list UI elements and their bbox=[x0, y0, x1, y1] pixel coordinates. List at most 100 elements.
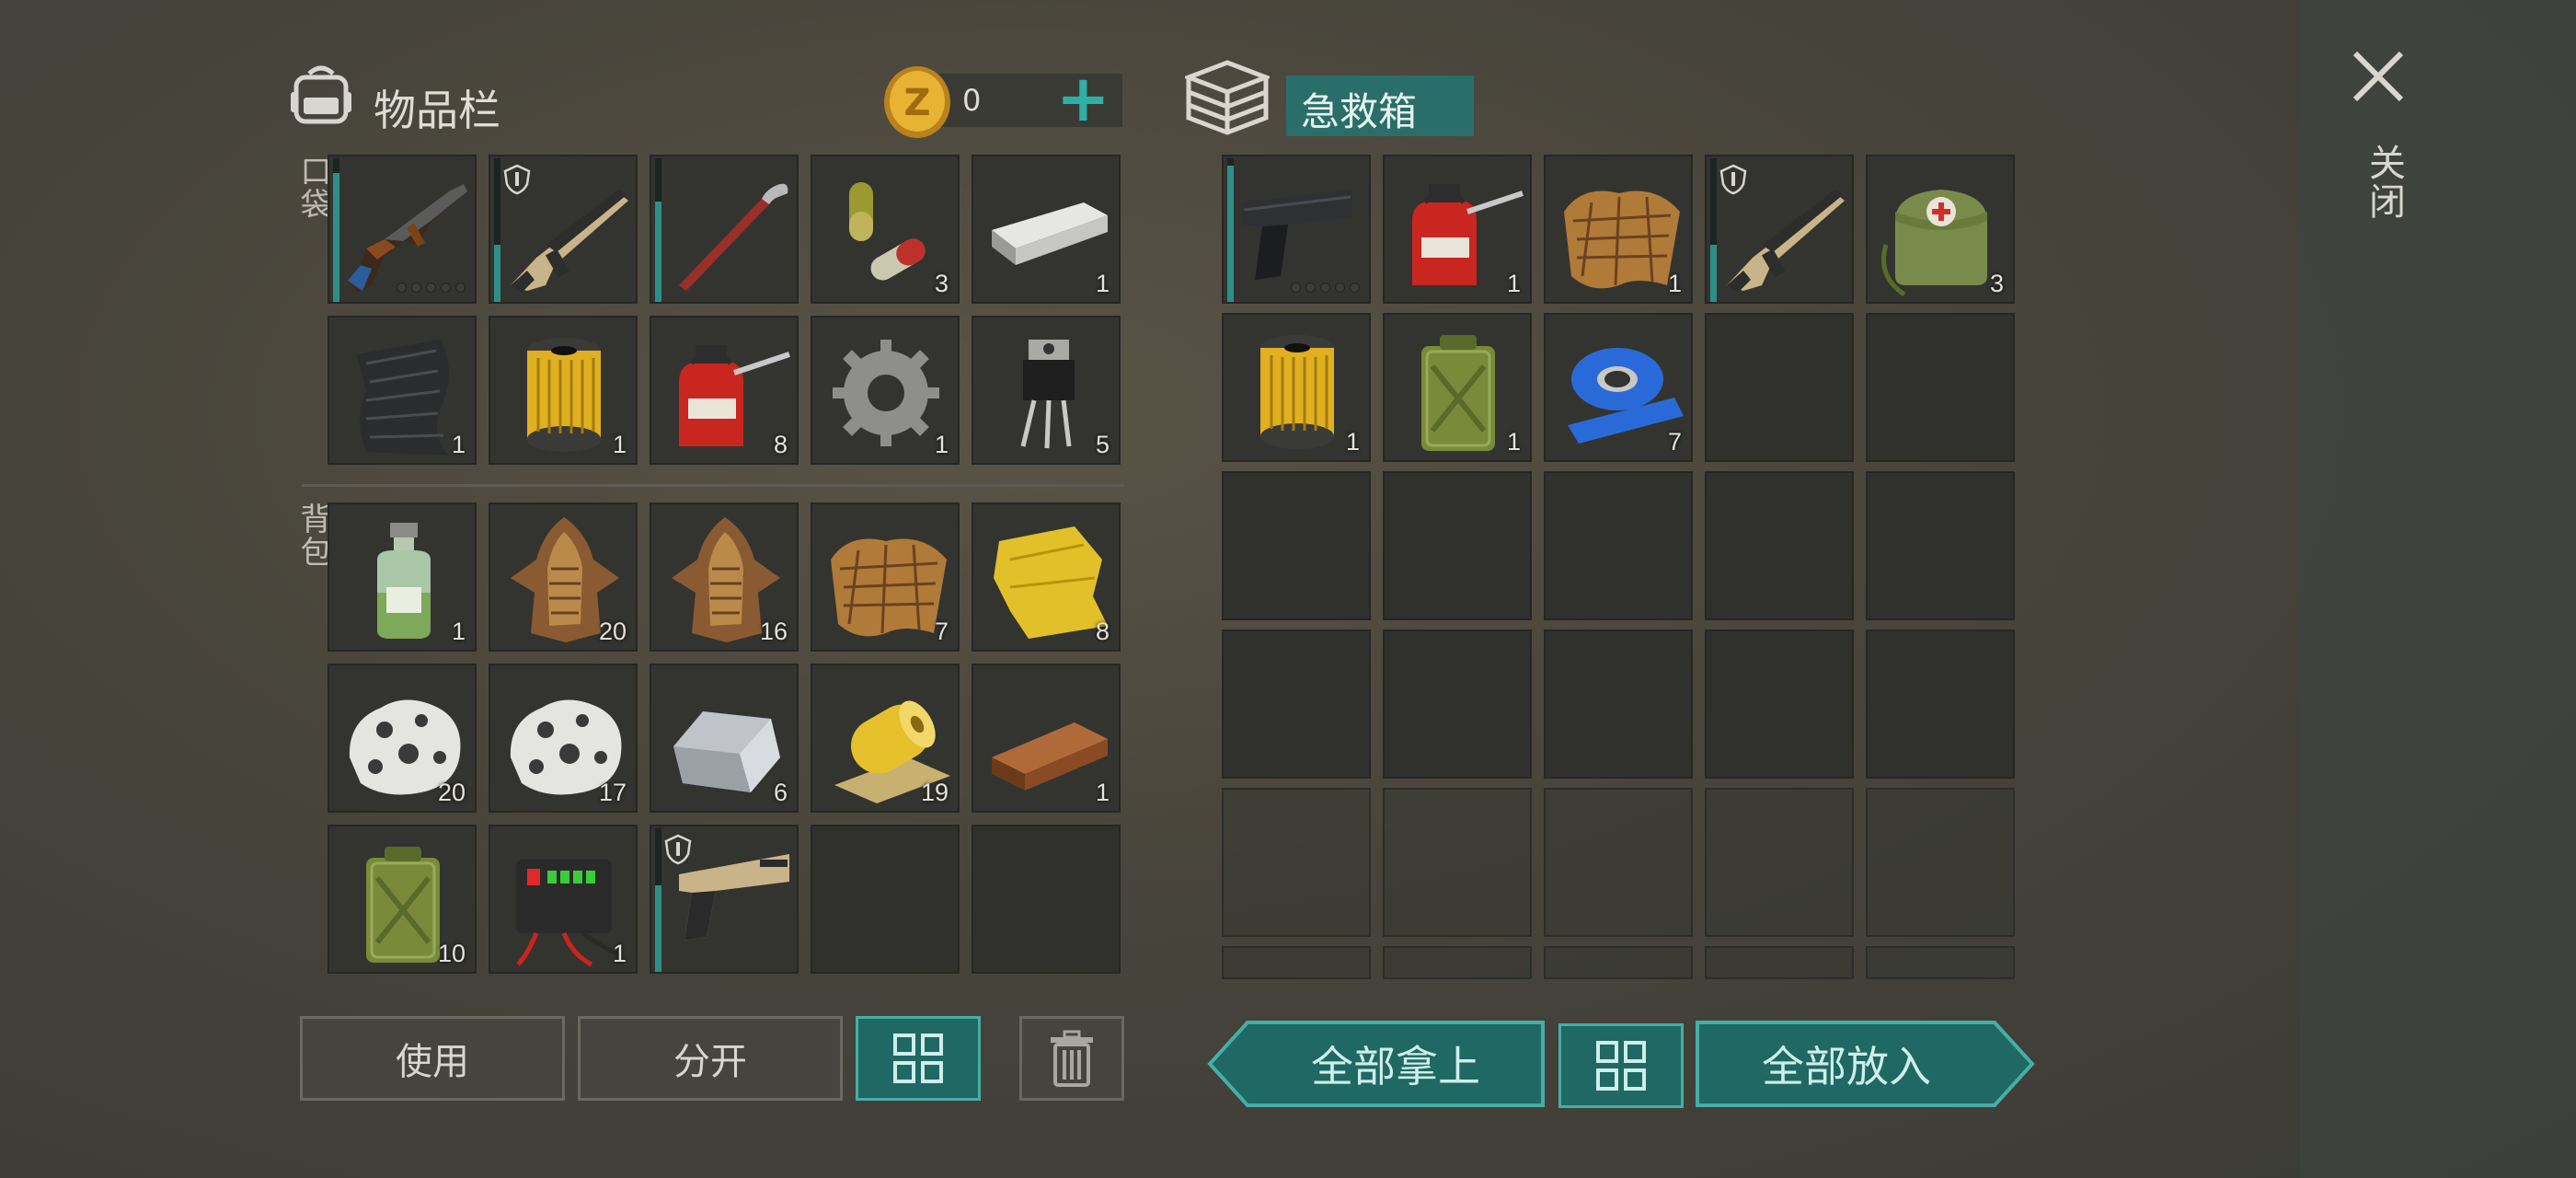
add-coins-button[interactable]: + bbox=[1056, 66, 1110, 131]
container-slot[interactable] bbox=[1383, 946, 1532, 979]
use-button[interactable]: 使用 bbox=[300, 1016, 565, 1101]
container-slot[interactable] bbox=[1383, 471, 1532, 620]
backpack-slot[interactable]: 1 bbox=[489, 825, 638, 974]
durability-bar bbox=[333, 158, 339, 302]
container-slot[interactable] bbox=[1705, 629, 1854, 779]
backpack-slot[interactable]: 19 bbox=[811, 664, 960, 813]
container-sort-button[interactable] bbox=[1558, 1023, 1684, 1108]
coin-count: 0 bbox=[962, 83, 982, 118]
container-slot[interactable]: 1 bbox=[1544, 155, 1693, 304]
backpack-slot[interactable]: 17 bbox=[489, 664, 638, 813]
container-slot[interactable] bbox=[1222, 471, 1371, 620]
durability-bar bbox=[655, 158, 661, 302]
backpack-slot[interactable] bbox=[972, 825, 1121, 974]
take-all-button[interactable]: 全部拿上 bbox=[1207, 1020, 1546, 1108]
backpack-slot[interactable] bbox=[650, 825, 799, 974]
inventory-sort-button[interactable] bbox=[856, 1016, 981, 1101]
container-slot[interactable] bbox=[1383, 788, 1532, 937]
side-panel bbox=[2300, 0, 2576, 1178]
trash-icon bbox=[1051, 1030, 1093, 1087]
container-slot[interactable]: 1 bbox=[1383, 155, 1532, 304]
pocket-slot[interactable]: 1 bbox=[811, 316, 960, 465]
item-count: 8 bbox=[773, 431, 788, 458]
container-slot[interactable] bbox=[1222, 946, 1371, 979]
backpack-slot[interactable]: 10 bbox=[328, 825, 477, 974]
item-count: 1 bbox=[1506, 270, 1521, 297]
backpack-slot[interactable]: 6 bbox=[650, 664, 799, 813]
pocket-slot[interactable]: 5 bbox=[972, 316, 1121, 465]
container-slot[interactable]: 3 bbox=[1866, 155, 2015, 304]
crowbar-icon bbox=[679, 183, 788, 291]
take-all-label: 全部拿上 bbox=[1311, 1042, 1480, 1091]
container-slot[interactable] bbox=[1544, 471, 1693, 620]
pocket-slot[interactable] bbox=[328, 155, 477, 304]
coin-icon: Z bbox=[881, 64, 953, 140]
container-slot[interactable]: 1 bbox=[1383, 313, 1532, 462]
item-count: 16 bbox=[759, 618, 788, 645]
container-slot[interactable] bbox=[1866, 313, 2015, 462]
backpack-slot[interactable] bbox=[811, 825, 960, 974]
item-count: 3 bbox=[934, 270, 949, 297]
item-count: 19 bbox=[920, 779, 949, 806]
ammo-indicator bbox=[397, 283, 466, 293]
backpack-slot[interactable]: 16 bbox=[650, 502, 799, 652]
item-count: 8 bbox=[1095, 618, 1110, 645]
svg-text:Z: Z bbox=[903, 82, 930, 124]
container-slot[interactable]: 1 bbox=[1222, 313, 1371, 462]
put-all-button[interactable]: 全部放入 bbox=[1695, 1020, 2035, 1108]
trash-button[interactable] bbox=[1019, 1016, 1124, 1101]
container-slot[interactable] bbox=[1544, 629, 1693, 779]
ammo-indicator bbox=[1291, 283, 1360, 293]
container-slot[interactable] bbox=[1866, 471, 2015, 620]
close-icon[interactable] bbox=[2350, 48, 2407, 105]
pocket-slot[interactable]: 8 bbox=[650, 316, 799, 465]
container-slot[interactable] bbox=[1866, 788, 2015, 937]
item-count: 6 bbox=[773, 779, 788, 806]
container-slot[interactable] bbox=[1222, 155, 1371, 304]
container-slot[interactable] bbox=[1705, 313, 1854, 462]
pocket-slot[interactable]: 3 bbox=[811, 155, 960, 304]
pocket-slot[interactable]: 1 bbox=[489, 316, 638, 465]
container-slot[interactable] bbox=[1866, 629, 2015, 779]
item-count: 17 bbox=[598, 779, 627, 806]
durability-bar bbox=[494, 158, 500, 302]
pocket-slot[interactable]: 1 bbox=[328, 316, 477, 465]
container-slot[interactable] bbox=[1544, 946, 1693, 979]
item-count: 7 bbox=[1667, 428, 1682, 456]
grid-sort-icon bbox=[893, 1034, 943, 1083]
container-slot[interactable] bbox=[1544, 788, 1693, 937]
item-count: 1 bbox=[451, 431, 466, 458]
container-slot[interactable] bbox=[1222, 788, 1371, 937]
durability-bar bbox=[1227, 158, 1234, 302]
item-count: 20 bbox=[437, 779, 466, 806]
item-count: 5 bbox=[1095, 431, 1110, 458]
backpack-slot[interactable]: 1 bbox=[972, 664, 1121, 813]
container-slot[interactable] bbox=[1383, 629, 1532, 779]
container-slot[interactable] bbox=[1705, 471, 1854, 620]
item-count: 1 bbox=[1345, 428, 1360, 456]
container-slot[interactable] bbox=[1705, 946, 1854, 979]
container-slot[interactable] bbox=[1866, 946, 2015, 979]
backpack-slot[interactable]: 1 bbox=[328, 502, 477, 652]
backpack-slot[interactable]: 20 bbox=[328, 664, 477, 813]
backpack-icon bbox=[289, 64, 353, 127]
backpack-slot[interactable]: 20 bbox=[489, 502, 638, 652]
backpack-slot[interactable]: 7 bbox=[811, 502, 960, 652]
backpack-slot[interactable]: 8 bbox=[972, 502, 1121, 652]
item-count: 1 bbox=[612, 940, 627, 967]
item-count: 1 bbox=[451, 618, 466, 645]
container-slot[interactable] bbox=[1705, 155, 1854, 304]
container-slot[interactable]: 7 bbox=[1544, 313, 1693, 462]
pocket-slot[interactable] bbox=[650, 155, 799, 304]
pocket-slot[interactable] bbox=[489, 155, 638, 304]
item-count: 1 bbox=[934, 431, 949, 458]
container-slot[interactable] bbox=[1705, 788, 1854, 937]
container-slot[interactable] bbox=[1222, 629, 1371, 779]
item-count: 10 bbox=[437, 940, 466, 967]
pocket-slot[interactable]: 1 bbox=[972, 155, 1121, 304]
crate-icon bbox=[1181, 59, 1273, 136]
inventory-title: 物品栏 bbox=[374, 86, 500, 135]
close-label[interactable]: 关闭 bbox=[2357, 144, 2410, 221]
split-button[interactable]: 分开 bbox=[578, 1016, 843, 1101]
put-all-label: 全部放入 bbox=[1762, 1042, 1931, 1091]
